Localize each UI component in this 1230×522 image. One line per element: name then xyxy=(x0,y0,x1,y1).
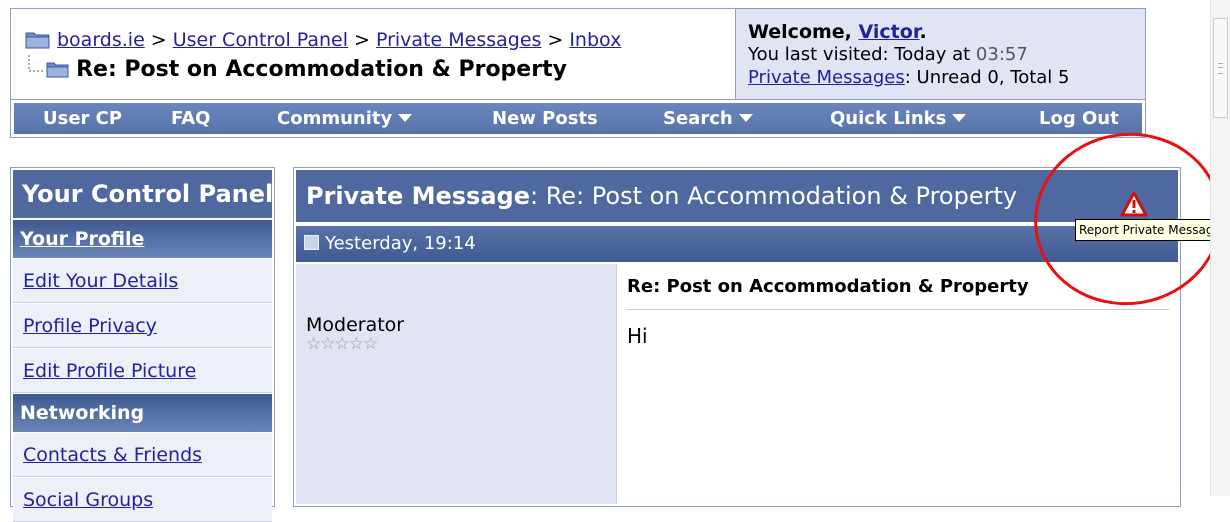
page-title-row: Re: Post on Accommodation & Property xyxy=(25,55,567,83)
last-visited-time: 03:57 xyxy=(975,44,1028,65)
breadcrumb-area: boards.ie > User Control Panel > Private Mes… xyxy=(11,9,735,99)
nav-label: FAQ xyxy=(171,108,211,129)
sidebar-link-edit-profile-picture[interactable]: Edit Profile Picture xyxy=(13,349,272,393)
sidebar-link-social-groups[interactable]: Social Groups xyxy=(13,478,272,522)
pm-status-text: : Unread 0, Total 5 xyxy=(904,67,1070,88)
caret-down-icon xyxy=(738,114,753,122)
sender-info: Moderator ☆☆☆☆☆ xyxy=(296,264,617,504)
nav-faq[interactable]: FAQ xyxy=(171,103,210,134)
username-link[interactable]: Victor xyxy=(859,21,920,43)
message-date: Yesterday, 19:14 xyxy=(325,233,476,254)
nav-label: Community xyxy=(277,108,393,129)
nav-label: Log Out xyxy=(1039,108,1119,129)
message-body: Hi xyxy=(627,324,648,348)
breadcrumb-separator: > xyxy=(150,29,167,51)
scrollbar-thumb[interactable] xyxy=(1213,18,1228,118)
folder-icon xyxy=(25,29,51,54)
breadcrumb-private-messages[interactable]: Private Messages xyxy=(376,29,541,51)
nav-quick-links[interactable]: Quick Links xyxy=(830,103,967,134)
welcome-greeting: Welcome, xyxy=(748,21,852,43)
sidebar-title: Your Control Panel xyxy=(13,170,273,218)
navbar-inner: User CP FAQ Community New Posts Search Q… xyxy=(14,103,1142,134)
divider xyxy=(627,309,1169,310)
breadcrumb-separator: > xyxy=(547,29,564,51)
welcome-period: . xyxy=(919,21,927,43)
pm-status: Private Messages: Unread 0, Total 5 xyxy=(748,67,1069,88)
sidebar-link-profile-privacy[interactable]: Profile Privacy xyxy=(13,304,272,348)
scrollbar[interactable] xyxy=(1210,0,1230,496)
message-header-label: Private Message xyxy=(306,182,530,210)
page-title: Re: Post on Accommodation & Property xyxy=(76,57,567,82)
sidebar-heading-your-profile[interactable]: Your Profile xyxy=(13,220,272,258)
nav-label: User CP xyxy=(43,108,123,129)
welcome-panel: Welcome, Victor. You last visited: Today… xyxy=(735,9,1145,99)
caret-down-icon xyxy=(398,114,413,122)
header-box: boards.ie > User Control Panel > Private Mes… xyxy=(10,8,1146,100)
nav-user-cp[interactable]: User CP xyxy=(43,103,122,134)
nav-search[interactable]: Search xyxy=(663,103,753,134)
message-header-subject: : Re: Post on Accommodation & Property xyxy=(529,182,1018,210)
private-messages-link[interactable]: Private Messages xyxy=(748,67,905,88)
caret-down-icon xyxy=(952,114,967,122)
last-visited-label: You last visited: Today at xyxy=(748,44,971,65)
last-visited: You last visited: Today at 03:57 xyxy=(748,44,1028,65)
nav-log-out[interactable]: Log Out xyxy=(1039,103,1119,134)
subfolder-icon xyxy=(25,55,76,83)
breadcrumb-boards[interactable]: boards.ie xyxy=(57,29,145,51)
breadcrumb-separator: > xyxy=(354,29,370,51)
message-title: Re: Post on Accommodation & Property xyxy=(627,276,1029,297)
nav-label: New Posts xyxy=(492,108,598,129)
welcome-line: Welcome, Victor. xyxy=(748,21,927,43)
sidebar-link-contacts-friends[interactable]: Contacts & Friends xyxy=(13,433,272,477)
sender-title: Moderator xyxy=(306,314,405,336)
nav-label: Search xyxy=(663,108,733,129)
rank-stars-icon: ☆☆☆☆☆ xyxy=(306,334,378,354)
nav-community[interactable]: Community xyxy=(277,103,413,134)
navbar: User CP FAQ Community New Posts Search Q… xyxy=(10,100,1146,138)
breadcrumb-inbox[interactable]: Inbox xyxy=(569,29,621,51)
breadcrumb-user-control-panel[interactable]: User Control Panel xyxy=(173,29,348,51)
message-icon xyxy=(304,235,319,250)
grip-icon xyxy=(1218,63,1223,74)
breadcrumb: boards.ie > User Control Panel > Private Mes… xyxy=(25,29,621,54)
nav-label: Quick Links xyxy=(830,108,947,129)
nav-new-posts[interactable]: New Posts xyxy=(492,103,598,134)
sidebar-heading-networking: Networking xyxy=(13,394,272,432)
sidebar-link-edit-details[interactable]: Edit Your Details xyxy=(13,259,272,303)
control-panel-sidebar: Your Control Panel Your Profile Edit You… xyxy=(10,167,275,522)
